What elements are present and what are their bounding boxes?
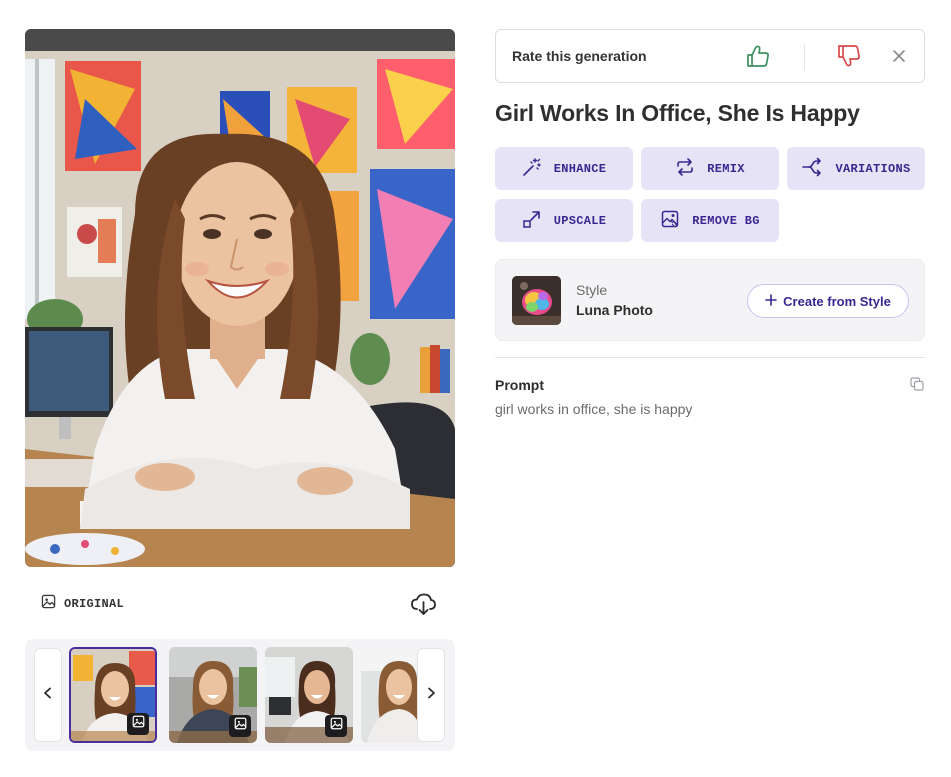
- divider: [495, 357, 925, 358]
- chevron-right-icon: [425, 686, 437, 704]
- style-name: Luna Photo: [576, 302, 653, 318]
- copy-icon: [910, 377, 924, 395]
- cloud-download-icon: [409, 593, 437, 622]
- rating-label: Rate this generation: [512, 48, 647, 64]
- variations-label: VARIATIONS: [835, 161, 911, 176]
- thumbs-down-icon: [836, 45, 862, 73]
- image-icon: [41, 594, 56, 613]
- chevron-left-icon: [42, 686, 54, 704]
- create-from-style-label: Create from Style: [783, 293, 891, 309]
- image-icon: [132, 715, 145, 733]
- remix-button[interactable]: REMIX: [641, 147, 779, 190]
- thumbnail-3[interactable]: [265, 647, 353, 743]
- thumbnail-1[interactable]: [69, 647, 157, 743]
- close-rating-button[interactable]: [892, 49, 906, 63]
- variations-button[interactable]: VARIATIONS: [787, 147, 925, 190]
- magic-wand-icon: [522, 157, 542, 181]
- image-badge: [229, 715, 251, 737]
- generated-image-illustration: [25, 29, 455, 567]
- prompt-heading: Prompt: [495, 377, 544, 393]
- style-caption: Style: [576, 282, 608, 298]
- image-badge: [127, 713, 149, 735]
- original-label: ORIGINAL: [64, 596, 125, 611]
- thumbs-up-button[interactable]: [745, 43, 771, 69]
- plus-icon: [765, 293, 777, 309]
- style-card: Style Luna Photo Create from Style: [495, 259, 925, 341]
- repeat-icon: [675, 157, 695, 181]
- thumbnail-next-button[interactable]: [417, 648, 445, 742]
- style-thumbnail: [512, 276, 561, 325]
- image-icon: [330, 717, 343, 735]
- remove-bg-label: REMOVE BG: [692, 213, 760, 228]
- thumbnail-strip: [25, 639, 455, 751]
- image-badge: [325, 715, 347, 737]
- thumbs-down-button[interactable]: [836, 43, 862, 69]
- download-button[interactable]: [409, 590, 437, 618]
- image-icon: [234, 717, 247, 735]
- remove-bg-button[interactable]: REMOVE BG: [641, 199, 779, 242]
- copy-prompt-button[interactable]: [910, 377, 924, 391]
- create-from-style-button[interactable]: Create from Style: [747, 284, 909, 318]
- image-footer: ORIGINAL: [25, 586, 455, 620]
- rating-bar: Rate this generation: [495, 29, 925, 83]
- enhance-label: ENHANCE: [553, 161, 607, 176]
- thumbnail-prev-button[interactable]: [34, 648, 62, 742]
- close-icon: [892, 50, 906, 67]
- original-toggle[interactable]: ORIGINAL: [41, 594, 124, 613]
- branch-arrows-icon: [801, 157, 823, 181]
- prompt-text: girl works in office, she is happy: [495, 401, 693, 417]
- thumbs-up-icon: [745, 45, 771, 73]
- rating-divider: [804, 44, 805, 70]
- upscale-label: UPSCALE: [553, 213, 607, 228]
- enhance-button[interactable]: ENHANCE: [495, 147, 633, 190]
- thumbnail-2[interactable]: [169, 647, 257, 743]
- expand-icon: [522, 209, 542, 233]
- remix-label: REMIX: [707, 161, 745, 176]
- thumbnail-4[interactable]: [361, 647, 423, 743]
- page-title: Girl Works In Office, She Is Happy: [495, 100, 860, 126]
- generated-image[interactable]: [25, 29, 455, 567]
- remove-background-icon: [660, 209, 680, 233]
- upscale-button[interactable]: UPSCALE: [495, 199, 633, 242]
